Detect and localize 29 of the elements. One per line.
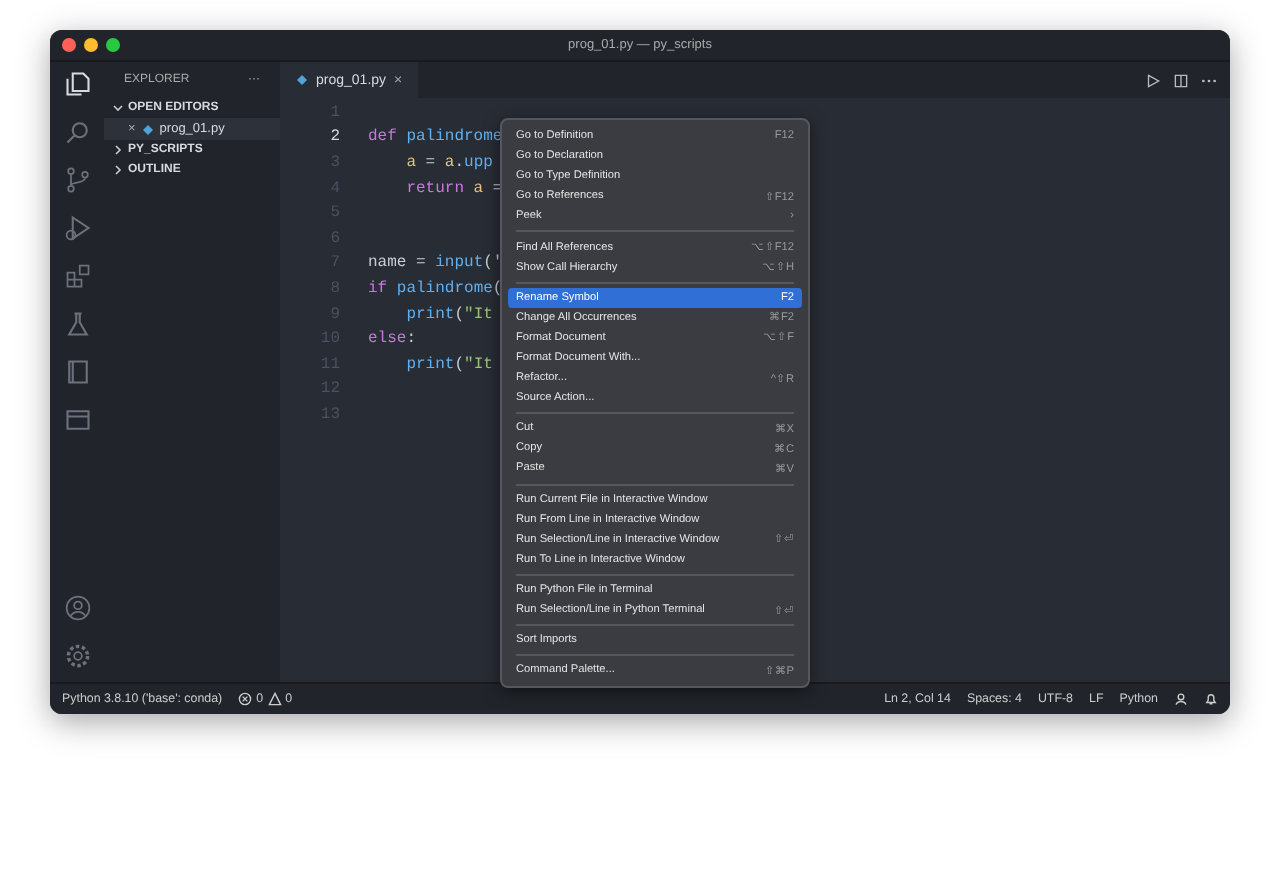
code-line: def palindrome [368,128,503,147]
extensions-icon[interactable] [63,262,91,290]
window-icon[interactable] [63,406,91,434]
book-icon[interactable] [63,358,91,386]
branch-icon[interactable] [63,166,91,194]
split-editor-icon[interactable] [1172,71,1190,89]
maximize-icon[interactable] [106,38,120,52]
warning-icon [267,692,282,706]
settings-icon[interactable] [63,642,91,670]
bell-icon[interactable] [1204,692,1218,706]
line-number: 2 [328,128,342,147]
minimize-icon[interactable] [84,38,98,52]
run-icon[interactable] [1144,71,1162,89]
files-icon[interactable] [63,70,91,98]
close-icon[interactable] [62,38,76,52]
run-debug-icon[interactable] [63,214,91,242]
python-file-icon [141,123,154,135]
code-line: print("It [406,305,493,324]
feedback-icon[interactable] [1174,692,1188,706]
account-icon[interactable] [63,594,91,622]
error-icon [238,692,253,706]
code-line: print("It [406,355,493,374]
code-line: a = a.upp [406,153,493,172]
code-line: else: [368,330,417,349]
code-line: name = input(' [368,254,503,273]
search-icon[interactable] [63,118,91,146]
flask-icon[interactable] [63,310,91,338]
python-file-icon [296,74,308,86]
code-line: if palindrome( [368,279,503,298]
